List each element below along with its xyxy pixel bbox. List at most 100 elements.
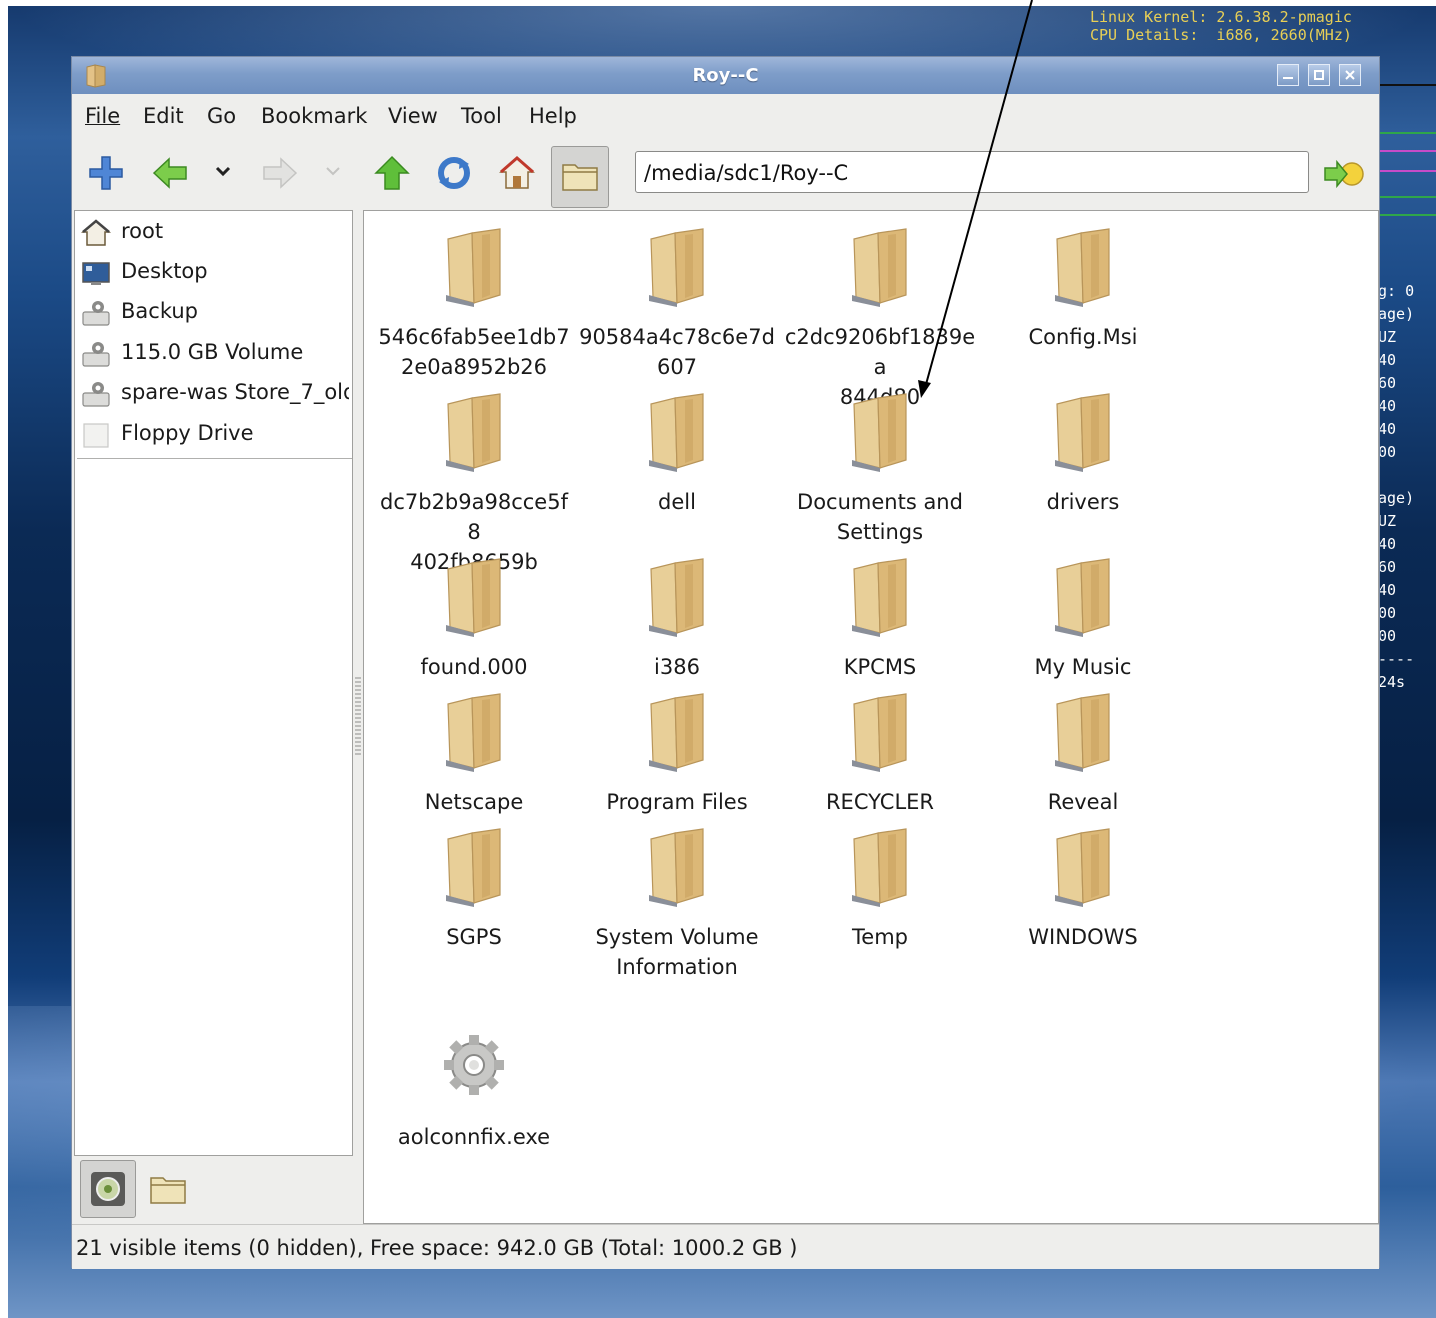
file-name: i386 bbox=[654, 655, 700, 679]
folder-icon bbox=[446, 228, 501, 307]
folder-item[interactable]: dc7b2b9a98cce5f8 402fb8659b bbox=[374, 390, 574, 574]
go-button[interactable] bbox=[1322, 154, 1366, 194]
file-name: Program Files bbox=[606, 790, 748, 814]
maximize-button[interactable] bbox=[1308, 64, 1330, 86]
pane-resize-handle[interactable] bbox=[355, 677, 361, 757]
menu-edit[interactable]: Edit bbox=[143, 104, 184, 128]
back-history-button[interactable] bbox=[212, 151, 236, 195]
places-pane: root Desktop Backup 115.0 GB Volume spar… bbox=[74, 210, 353, 1156]
folder-icon bbox=[852, 693, 907, 772]
file-view: 546c6fab5ee1db7 2e0a8952b26 90584a4c78c6e… bbox=[363, 210, 1379, 1224]
statusbar: 21 visible items (0 hidden), Free space:… bbox=[72, 1224, 1379, 1269]
menu-view[interactable]: View bbox=[388, 104, 438, 128]
titlebar[interactable]: Roy--C bbox=[72, 57, 1379, 94]
drive-icon bbox=[82, 342, 110, 367]
menu-bookmark[interactable]: Bookmark bbox=[261, 104, 367, 128]
folder-view-button[interactable] bbox=[551, 146, 609, 208]
menu-go[interactable]: Go bbox=[207, 104, 236, 128]
minimize-button[interactable] bbox=[1277, 64, 1299, 86]
desktop-icon bbox=[82, 262, 110, 285]
home-icon bbox=[499, 156, 535, 189]
drive-icon bbox=[82, 382, 110, 407]
folder-icon bbox=[852, 393, 907, 472]
folder-item[interactable]: WINDOWS bbox=[983, 825, 1183, 985]
conky-system-info: Linux Kernel: 2.6.38.2-pmagic CPU Details… bbox=[1090, 8, 1352, 44]
file-name: RECYCLER bbox=[825, 790, 935, 814]
folder-icon bbox=[446, 828, 501, 907]
folder-icon bbox=[1055, 558, 1110, 637]
up-arrow-icon bbox=[374, 155, 410, 190]
folder-item[interactable]: SGPS bbox=[374, 825, 574, 985]
reload-icon bbox=[438, 157, 470, 189]
conky-graph-line bbox=[1380, 132, 1436, 134]
up-button[interactable] bbox=[370, 151, 414, 195]
floppy-icon bbox=[83, 423, 109, 448]
folder-item[interactable]: dell bbox=[577, 390, 777, 550]
folder-item[interactable]: Config.Msi bbox=[983, 225, 1183, 385]
forward-history-button bbox=[322, 151, 346, 195]
folder-item[interactable]: c2dc9206bf1839ea 844d80 bbox=[780, 225, 980, 409]
home-icon bbox=[81, 219, 111, 246]
places-mode-button[interactable] bbox=[80, 1160, 136, 1218]
home-button[interactable] bbox=[495, 151, 539, 195]
place-desktop[interactable]: Desktop bbox=[79, 253, 351, 291]
chevron-down-icon bbox=[215, 166, 231, 177]
folder-icon bbox=[446, 693, 501, 772]
location-bar[interactable]: /media/sdc1/Roy--C bbox=[635, 151, 1309, 193]
toolbar: /media/sdc1/Roy--C bbox=[72, 134, 1379, 210]
folder-item[interactable]: drivers bbox=[983, 390, 1183, 550]
file-name: found.000 bbox=[420, 655, 528, 679]
file-name: aolconnfix.exe bbox=[397, 1125, 551, 1149]
directory-tree-button[interactable] bbox=[146, 1166, 192, 1210]
folder-icon bbox=[649, 228, 704, 307]
menu-tool[interactable]: Tool bbox=[461, 104, 502, 128]
file-name: KPCMS bbox=[843, 655, 917, 679]
place-label: root bbox=[121, 219, 164, 243]
file-name: SGPS bbox=[446, 925, 502, 949]
place-floppy[interactable]: Floppy Drive bbox=[79, 415, 351, 453]
close-button[interactable] bbox=[1339, 64, 1361, 86]
folder-icon bbox=[649, 558, 704, 637]
file-name: Reveal bbox=[1047, 790, 1119, 814]
folder-icon bbox=[446, 393, 501, 472]
conky-graph-line bbox=[1380, 84, 1436, 86]
place-volume[interactable]: 115.0 GB Volume bbox=[79, 334, 351, 372]
file-name: 546c6fab5ee1db7 2e0a8952b26 bbox=[378, 325, 570, 379]
conky-graph-line bbox=[1380, 214, 1436, 216]
folder-icon bbox=[150, 1177, 186, 1204]
conky-graph-line bbox=[1380, 150, 1436, 152]
file-name: Config.Msi bbox=[1028, 325, 1138, 349]
folder-item[interactable]: Temp bbox=[780, 825, 980, 985]
place-label: 115.0 GB Volume bbox=[121, 340, 304, 364]
place-root[interactable]: root bbox=[79, 213, 351, 251]
file-item[interactable]: aolconnfix.exe bbox=[374, 1025, 574, 1185]
folder-item[interactable]: 90584a4c78c6e7d 607 bbox=[577, 225, 777, 385]
folder-item[interactable]: System Volume Information bbox=[577, 825, 777, 985]
reload-button[interactable] bbox=[432, 151, 476, 195]
place-label: Floppy Drive bbox=[121, 421, 254, 445]
status-text: 21 visible items (0 hidden), Free space:… bbox=[76, 1236, 798, 1260]
location-path[interactable]: /media/sdc1/Roy--C bbox=[644, 161, 848, 185]
file-name: WINDOWS bbox=[1028, 925, 1138, 949]
forward-button bbox=[258, 151, 302, 195]
back-button[interactable] bbox=[148, 151, 192, 195]
folder-icon bbox=[1055, 693, 1110, 772]
file-name: drivers bbox=[1046, 490, 1120, 514]
place-label: Desktop bbox=[121, 259, 208, 283]
forward-icon bbox=[263, 157, 298, 189]
place-spare[interactable]: spare-was Store_7_old_ bbox=[79, 374, 351, 412]
folder-item[interactable]: 546c6fab5ee1db7 2e0a8952b26 bbox=[374, 225, 574, 385]
file-name: System Volume Information bbox=[595, 925, 759, 979]
menu-file[interactable]: File bbox=[85, 104, 120, 128]
file-name: Netscape bbox=[424, 790, 524, 814]
new-tab-button[interactable] bbox=[84, 151, 128, 195]
place-backup[interactable]: Backup bbox=[79, 293, 351, 331]
menu-help[interactable]: Help bbox=[529, 104, 577, 128]
go-arrow-icon bbox=[1324, 159, 1364, 189]
folder-icon bbox=[562, 164, 598, 191]
conky-side-readout: g: 0 age) UZ 40 60 40 40 00 age) UZ 40 60 40 00 00 ----… bbox=[1378, 282, 1415, 691]
back-icon bbox=[152, 157, 187, 189]
drive-icon bbox=[82, 301, 110, 326]
folder-item[interactable]: Documents and Settings bbox=[780, 390, 980, 550]
place-label: Backup bbox=[121, 299, 198, 323]
